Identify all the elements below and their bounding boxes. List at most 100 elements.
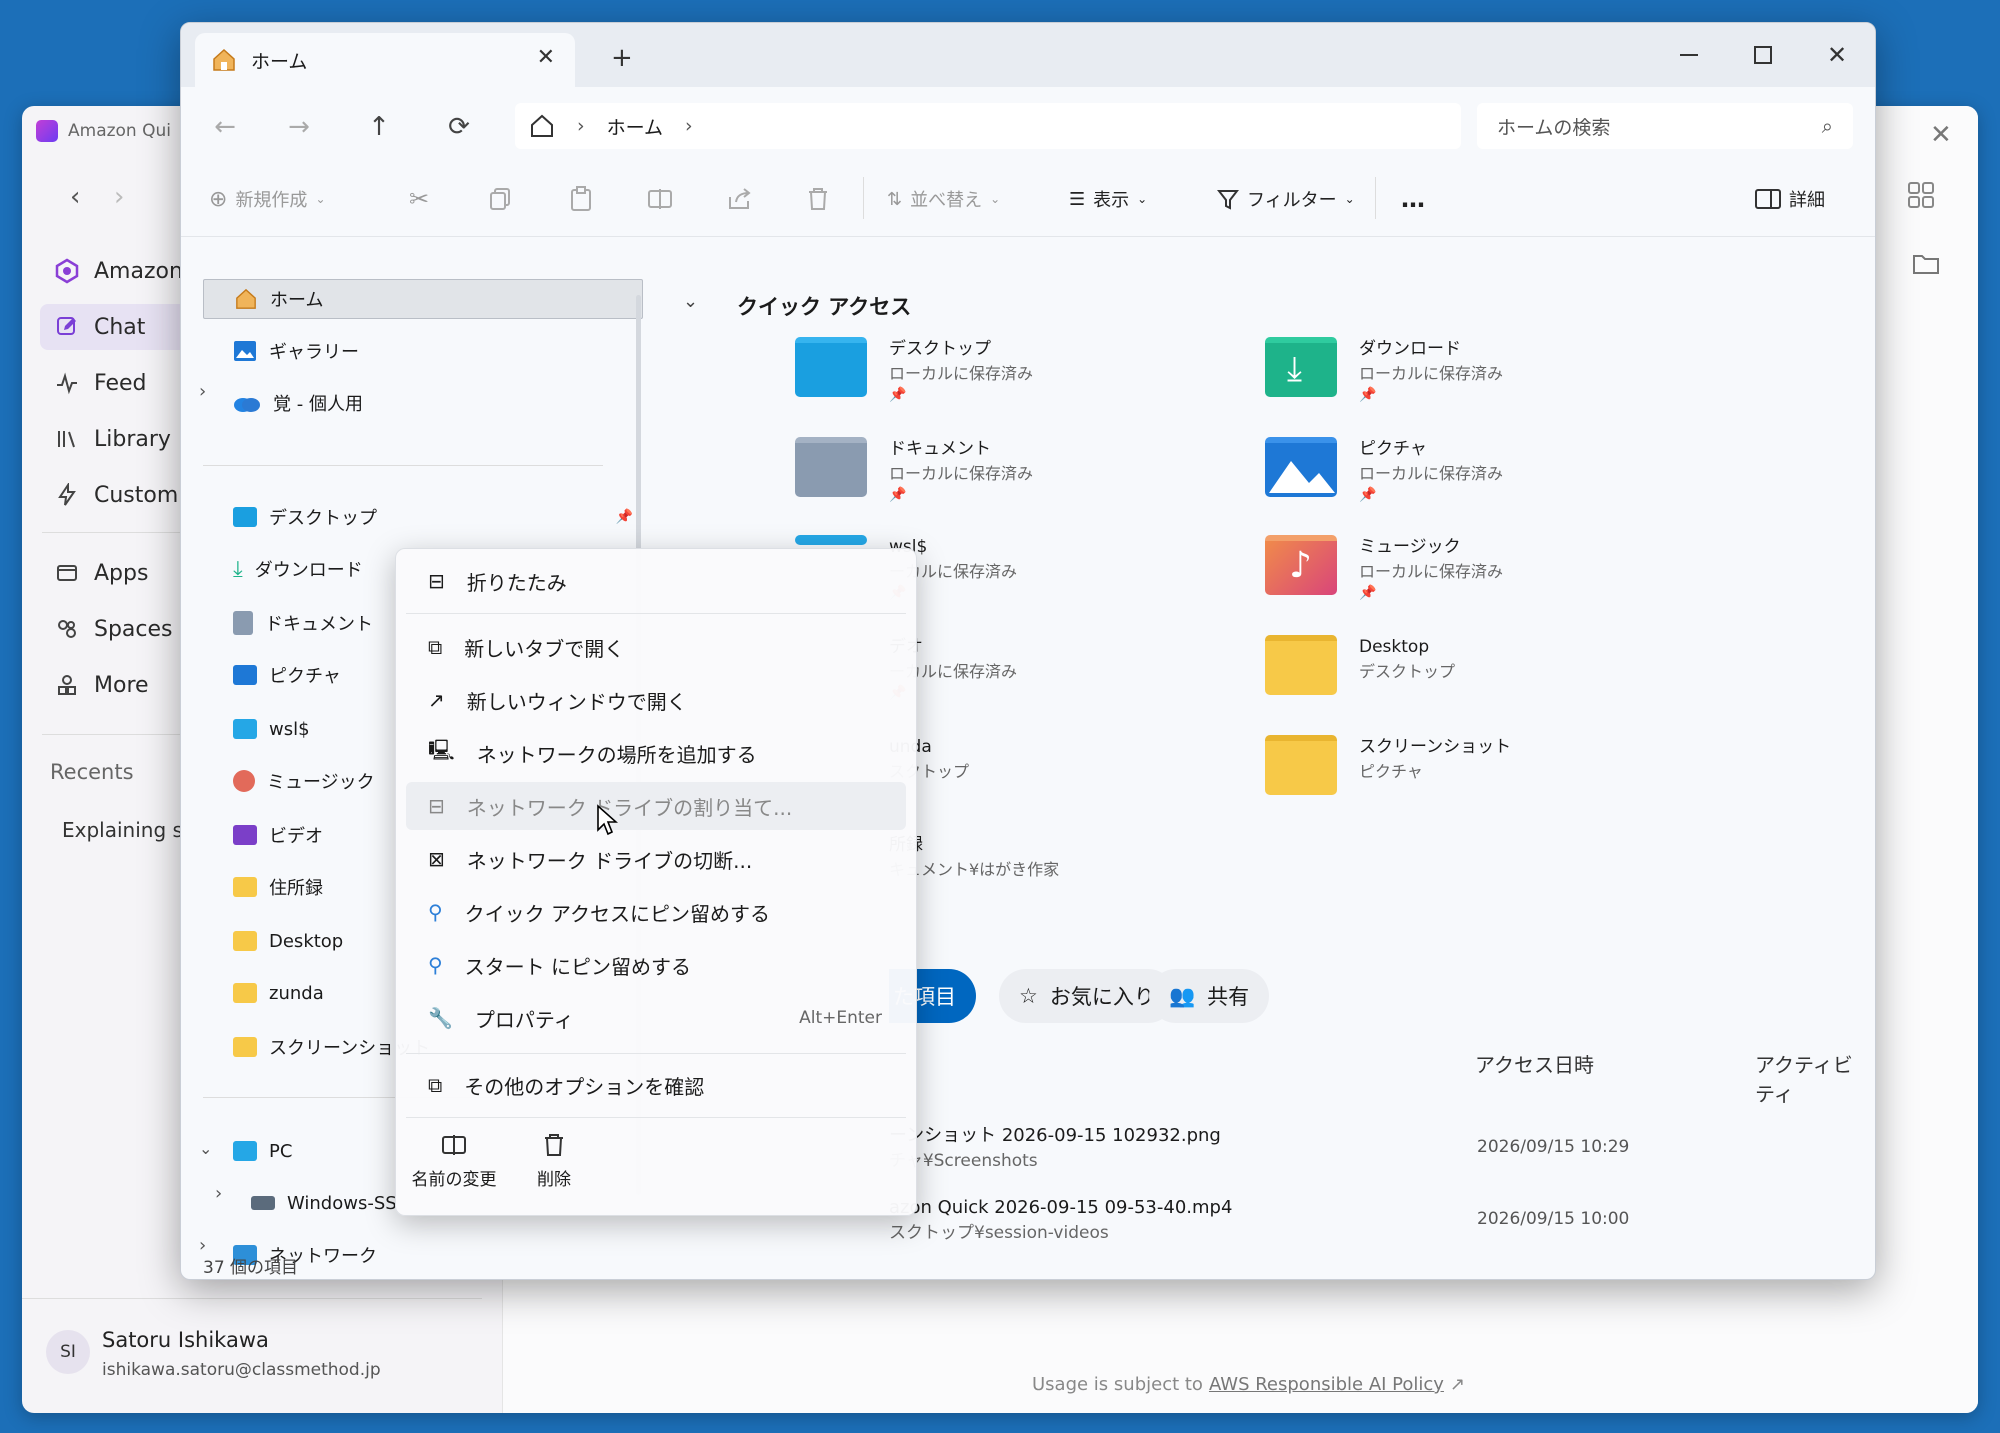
new-tab-button[interactable]: + xyxy=(611,43,633,73)
qa-item[interactable]: ピクチャ ローカルに保存済み 📌 xyxy=(1265,437,1503,505)
rename-label: 名前の変更 xyxy=(411,1170,497,1190)
menu-pin-start[interactable]: ⚲ スタート にピン留めする xyxy=(406,941,906,989)
forward-arrow-icon[interactable]: › xyxy=(114,182,124,212)
nav-divider xyxy=(42,532,200,533)
new-label: 新規作成 xyxy=(235,190,308,211)
share-icon[interactable] xyxy=(727,187,753,211)
tab-shared[interactable]: 👥 共有 xyxy=(1149,969,1270,1023)
menu-open-new-window[interactable]: ↗ 新しいウィンドウで開く xyxy=(406,676,906,724)
chevron-down-icon[interactable]: ⌄ xyxy=(683,291,698,312)
folder-outline-icon[interactable] xyxy=(1912,252,1940,276)
library-icon xyxy=(54,426,80,452)
details-button[interactable]: 詳細 xyxy=(1755,186,1825,212)
close-icon[interactable]: ✕ xyxy=(1930,120,1952,150)
amazon-logo-icon xyxy=(54,258,80,284)
grid-icon[interactable] xyxy=(1906,180,1936,210)
search-input[interactable]: ホームの検索 ⌕ xyxy=(1477,103,1853,149)
up-icon[interactable]: ↑ xyxy=(361,109,397,145)
new-button[interactable]: ⊕ 新規作成 ⌄ xyxy=(209,186,326,212)
gallery-icon xyxy=(233,340,257,362)
paste-icon[interactable] xyxy=(569,186,593,212)
folder-icon xyxy=(1265,735,1337,795)
close-tab-icon[interactable]: ✕ xyxy=(537,45,555,70)
menu-add-network-location[interactable]: 🖳 ネットワークの場所を追加する xyxy=(406,729,906,777)
menu-show-more-options[interactable]: ⧉ その他のオプションを確認 xyxy=(406,1061,906,1109)
context-menu: ⊟ 折りたたみ ⧉ 新しいタブで開く ↗ 新しいウィンドウで開く 🖳 ネットワークの場所… xyxy=(395,548,917,1216)
nav-pinned-desktop[interactable]: デスクトップ 📌 xyxy=(203,497,643,537)
policy-link[interactable]: AWS Responsible AI Policy xyxy=(1209,1374,1444,1395)
qa-item[interactable]: デスクトップ ローカルに保存済み 📌 xyxy=(795,337,1033,405)
file-name: azon Quick 2026-09-15 09-53-40.mp4 xyxy=(889,1197,1233,1218)
maximize-icon[interactable] xyxy=(1743,37,1783,73)
external-window-icon: ↗ xyxy=(428,688,445,712)
home-icon xyxy=(234,288,258,310)
app-title: Amazon Qui xyxy=(36,120,171,142)
menu-rename-button[interactable]: 名前の変更 xyxy=(402,1133,506,1190)
sort-button[interactable]: ⇅ 並べ替え ⌄ xyxy=(887,186,1000,212)
qa-item[interactable]: ♪ ミュージック ローカルに保存済み 📌 xyxy=(1265,535,1503,603)
menu-pin-quick-access[interactable]: ⚲ クイック アクセスにピン留めする xyxy=(406,888,906,936)
nav-label: 住所録 xyxy=(269,878,323,899)
nav-label: wsl$ xyxy=(269,718,310,740)
trash-icon[interactable] xyxy=(807,187,829,211)
pin-icon[interactable]: 📌 xyxy=(616,509,633,525)
more-options-button[interactable]: … xyxy=(1401,185,1425,213)
qa-item[interactable]: Desktop デスクトップ xyxy=(1265,635,1455,695)
tab-home[interactable]: ホーム ✕ xyxy=(195,33,575,87)
menu-disconnect-network-drive[interactable]: ⊠ ネットワーク ドライブの切断... xyxy=(406,835,906,883)
menu-map-network-drive[interactable]: ⊟ ネットワーク ドライブの割り当て... xyxy=(406,782,906,830)
qa-sub: ローカルに保存済み xyxy=(889,463,1034,483)
map-drive-icon: ⊟ xyxy=(428,794,445,818)
column-header-activity[interactable]: アクティビティ xyxy=(1755,1049,1861,1107)
nav-home[interactable]: ホーム xyxy=(203,279,643,319)
disconnect-drive-icon: ⊠ xyxy=(428,847,445,871)
qa-item[interactable]: スクリーンショット ピクチャ xyxy=(1265,735,1511,795)
menu-collapse[interactable]: ⊟ 折りたたみ xyxy=(406,557,906,605)
bolt-icon xyxy=(54,482,80,508)
file-path: スクトップ¥session-videos xyxy=(889,1223,1109,1244)
menu-open-new-tab[interactable]: ⧉ 新しいタブで開く xyxy=(406,623,906,671)
rename-icon[interactable] xyxy=(647,187,673,211)
qa-item[interactable]: ドキュメント ローカルに保存済み 📌 xyxy=(795,437,1033,505)
menu-label: 折りたたみ xyxy=(466,570,567,595)
qa-sub: ローカルに保存済み xyxy=(1359,561,1504,581)
nav-gallery[interactable]: ギャラリー xyxy=(203,331,643,371)
nav-label: Chat xyxy=(94,314,146,340)
qa-item[interactable]: ⤓ ダウンロード ローカルに保存済み 📌 xyxy=(1265,337,1503,405)
nav-gallery-label: ギャラリー xyxy=(269,342,359,363)
file-row[interactable]: azon Quick 2026-09-15 09-53-40.mp4 スクトップ… xyxy=(889,1195,1232,1246)
close-window-icon[interactable]: ✕ xyxy=(1817,37,1857,73)
tab-shared-label: 共有 xyxy=(1207,985,1250,1009)
nav-label: ピクチャ xyxy=(269,666,341,687)
back-icon[interactable]: ← xyxy=(207,109,243,145)
file-row[interactable]: ーンショット 2026-09-15 102932.png チャ¥Screensh… xyxy=(889,1123,1221,1174)
nav-label: ミュージック xyxy=(267,772,375,793)
cut-icon[interactable]: ✂ xyxy=(409,185,429,213)
quick-access-header[interactable]: クイック アクセス xyxy=(737,291,911,321)
pin-icon: 📌 xyxy=(1359,486,1377,503)
filter-label: フィルター xyxy=(1247,190,1337,211)
refresh-icon[interactable]: ⟳ xyxy=(441,109,477,145)
back-arrow-icon[interactable]: ‹ xyxy=(70,182,80,212)
breadcrumb[interactable]: ホーム xyxy=(607,113,663,140)
address-bar[interactable]: › ホーム › xyxy=(515,103,1461,149)
menu-properties[interactable]: 🔧 プロパティ Alt+Enter xyxy=(406,994,906,1042)
forward-icon[interactable]: → xyxy=(281,109,317,145)
menu-delete-button[interactable]: 削除 xyxy=(514,1133,594,1190)
column-header-access[interactable]: アクセス日時 xyxy=(1475,1049,1594,1078)
avatar[interactable]: SI xyxy=(46,1330,90,1374)
view-button[interactable]: ☰ 表示 ⌄ xyxy=(1069,186,1147,212)
menu-label: 新しいウィンドウで開く xyxy=(466,689,687,714)
folder-icon xyxy=(233,931,257,951)
minimize-icon[interactable] xyxy=(1669,37,1709,73)
copy-icon[interactable] xyxy=(489,187,513,211)
nav-label: ダウンロード xyxy=(254,560,363,581)
recent-item[interactable]: Explaining s xyxy=(62,818,183,842)
command-bar xyxy=(181,161,1875,237)
qa-name: ピクチャ xyxy=(1359,439,1427,459)
open-tab-icon: ⧉ xyxy=(428,635,443,659)
filter-button[interactable]: フィルター ⌄ xyxy=(1217,186,1355,212)
nav-label: Windows-SS xyxy=(287,1192,397,1214)
nav-onedrive[interactable]: 覚 - 個人用 xyxy=(203,383,643,423)
qa-name: ダウンロード xyxy=(1359,339,1461,359)
